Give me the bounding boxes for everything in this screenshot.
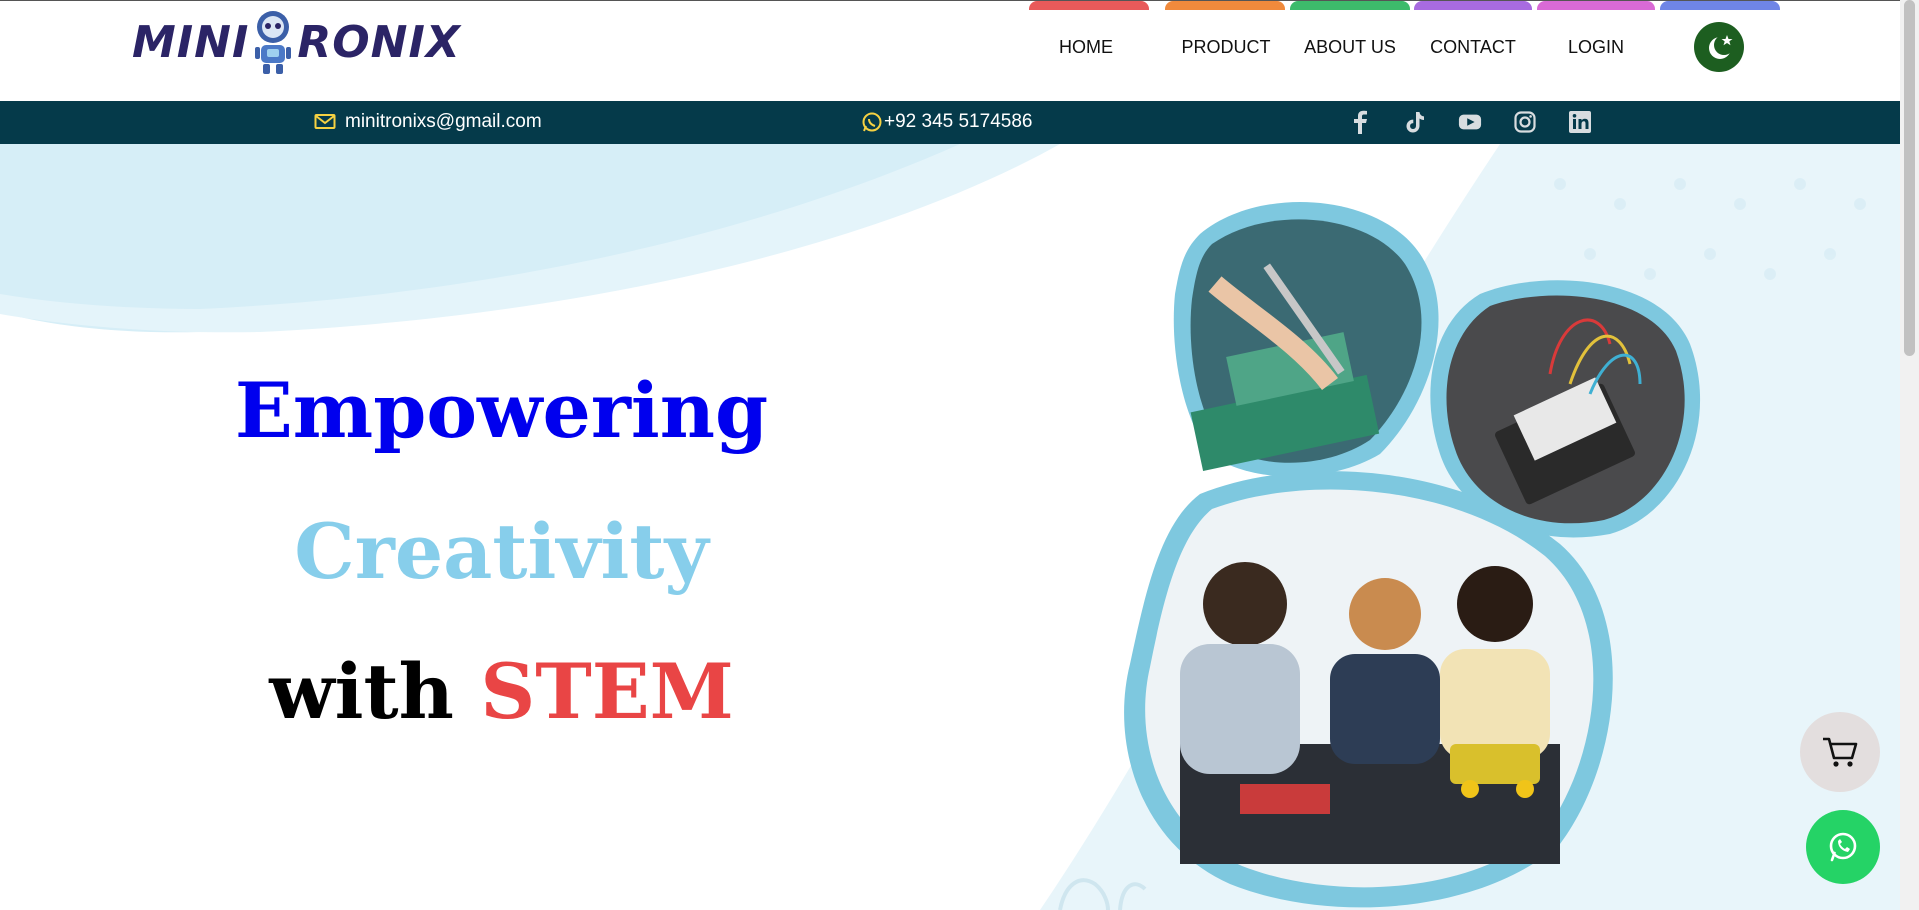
instagram-icon[interactable] (1513, 110, 1537, 134)
phone-text: +92 345 5174586 (884, 111, 1033, 132)
hero-line-1: Empowering (234, 366, 769, 455)
whatsapp-icon (1829, 832, 1857, 862)
nav-contact-label: CONTACT (1430, 37, 1516, 57)
cart-icon (1823, 737, 1858, 767)
site-header: MINI RONIX HOME PRODUCT ABOUT US CONTACT… (0, 0, 1900, 101)
nav-product-bar (1165, 1, 1285, 10)
youtube-icon[interactable] (1458, 110, 1482, 134)
whatsapp-icon (862, 112, 882, 132)
email-text: minitronixs@gmail.com (345, 111, 542, 132)
linkedin-icon[interactable] (1568, 110, 1592, 134)
nav-country-bar (1660, 1, 1780, 10)
nav-home-bar (1029, 1, 1149, 10)
nav-about-us[interactable]: ABOUT US (1290, 1, 1410, 102)
hero-line-3-stem: STEM (480, 647, 734, 736)
phone-contact[interactable]: +92 345 5174586 (861, 111, 1032, 133)
hero-line-2: Creativity (294, 507, 709, 596)
facebook-icon[interactable] (1348, 110, 1372, 134)
nav-login-bar (1537, 1, 1655, 10)
nav-home[interactable]: HOME (1029, 1, 1149, 102)
email-contact[interactable]: minitronixs@gmail.com (314, 111, 542, 133)
cart-button[interactable] (1800, 712, 1880, 792)
crescent-star-icon (1709, 35, 1734, 59)
nav-about-bar (1290, 1, 1410, 10)
hero-line-3-with: with (269, 647, 481, 736)
pakistan-flag-icon[interactable] (1694, 22, 1744, 72)
nav-login[interactable]: LOGIN (1537, 1, 1655, 102)
tiktok-icon[interactable] (1403, 110, 1427, 134)
hero-section: Empowering Creativity with STEM (0, 144, 1900, 910)
nav-product-label: PRODUCT (1181, 37, 1271, 57)
whatsapp-chat-button[interactable] (1806, 810, 1880, 884)
nav-home-label: HOME (1059, 37, 1113, 57)
main-nav: HOME PRODUCT ABOUT US CONTACT LOGIN (0, 1, 1900, 102)
nav-contact[interactable]: CONTACT (1414, 1, 1532, 102)
mail-icon (314, 114, 336, 129)
page-scrollbar[interactable] (1900, 0, 1919, 910)
social-links (1348, 110, 1592, 134)
contact-bar: minitronixs@gmail.com +92 345 5174586 (0, 101, 1900, 144)
hero-line-3: with STEM (0, 647, 1003, 736)
nav-product[interactable]: PRODUCT (1165, 1, 1285, 102)
nav-contact-bar (1414, 1, 1532, 10)
nav-about-label: ABOUT US (1304, 37, 1396, 57)
scrollbar-thumb[interactable] (1904, 0, 1915, 356)
nav-login-label: LOGIN (1567, 37, 1624, 57)
